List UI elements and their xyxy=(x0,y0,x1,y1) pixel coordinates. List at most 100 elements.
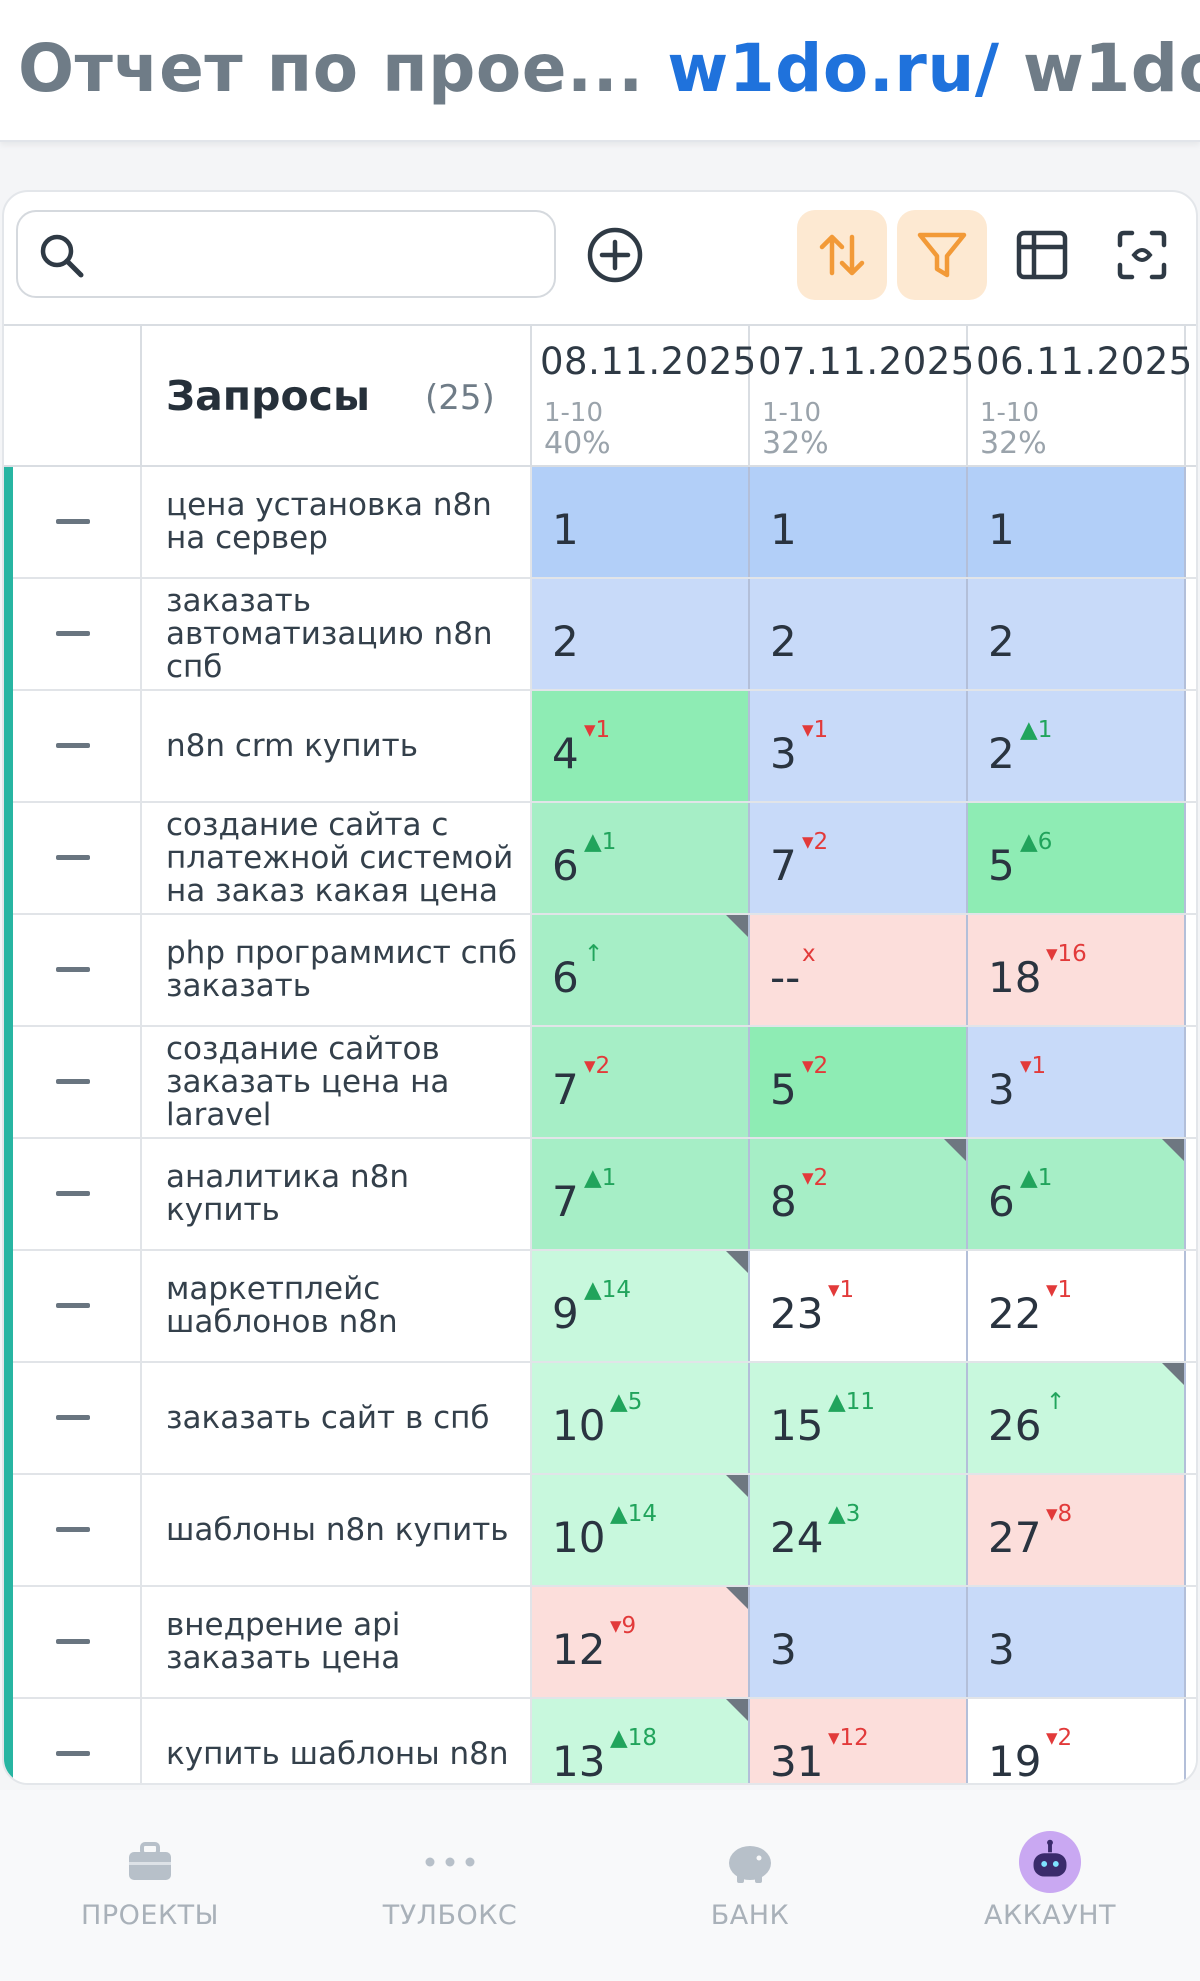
position-cell[interactable]: 19 ▾2 xyxy=(968,1699,1186,1783)
position-cell[interactable]: 31 ▾12 xyxy=(750,1699,968,1783)
table-row[interactable]: создание сайтов заказать цена на laravel… xyxy=(4,1027,1196,1139)
cell-note-marker[interactable] xyxy=(726,1587,748,1609)
position-cell[interactable]: 6 ▲1 xyxy=(968,1139,1186,1249)
query-cell[interactable]: шаблоны n8n купить xyxy=(142,1475,532,1585)
query-cell[interactable]: внедрение api заказать цена xyxy=(142,1587,532,1697)
row-collapse-toggle[interactable] xyxy=(4,1475,142,1585)
query-cell[interactable]: маркетплейс шаблонов n8n xyxy=(142,1251,532,1361)
position-cell[interactable]: 7 ▾2 xyxy=(750,803,968,913)
query-cell[interactable]: создание сайта с платежной системой на з… xyxy=(142,803,532,913)
nav-bank[interactable]: БАНК xyxy=(600,1790,900,1981)
position-cell[interactable]: 3 ▾1 xyxy=(750,691,968,801)
table-row[interactable]: внедрение api заказать цена 12 ▾9 3 3 xyxy=(4,1587,1196,1699)
sort-button[interactable] xyxy=(797,210,887,300)
position-cell[interactable]: 27 ▾8 xyxy=(968,1475,1186,1585)
table-row[interactable]: шаблоны n8n купить 10 ▲14 24 ▲3 27 ▾8 xyxy=(4,1475,1196,1587)
position-cell[interactable]: 10 ▲14 xyxy=(532,1475,750,1585)
table-row[interactable]: маркетплейс шаблонов n8n 9 ▲14 23 ▾1 22 ▾1 xyxy=(4,1251,1196,1363)
row-collapse-toggle[interactable] xyxy=(4,1027,142,1137)
position-cell[interactable]: 9 ▲14 xyxy=(532,1251,750,1361)
position-cell[interactable]: 13 ▲18 xyxy=(532,1699,750,1783)
scan-button[interactable] xyxy=(1097,210,1187,300)
title-domain-link[interactable]: w1do.ru/ xyxy=(667,30,999,107)
query-cell[interactable]: заказать автоматизацию n8n спб xyxy=(142,579,532,689)
search-box[interactable] xyxy=(16,210,556,298)
nav-toolbox[interactable]: ТУЛБОКС xyxy=(300,1790,600,1981)
position-value: 5 xyxy=(770,1065,797,1114)
position-cell[interactable]: 5 ▲6 xyxy=(968,803,1186,913)
position-cell[interactable]: 12 ▾9 xyxy=(532,1587,750,1697)
position-cell[interactable]: 2 xyxy=(750,579,968,689)
table-row[interactable]: создание сайта с платежной системой на з… xyxy=(4,803,1196,915)
query-cell[interactable]: создание сайтов заказать цена на laravel xyxy=(142,1027,532,1137)
position-cell[interactable]: 1 xyxy=(968,467,1186,577)
nav-projects[interactable]: ПРОЕКТЫ xyxy=(0,1790,300,1981)
table-row[interactable]: php программист спб заказать 6 ↑ -- x 18 ▾16 xyxy=(4,915,1196,1027)
filter-button[interactable] xyxy=(897,210,987,300)
query-cell[interactable]: цена установка n8n на сервер xyxy=(142,467,532,577)
cell-note-marker[interactable] xyxy=(726,1251,748,1273)
report-card: Запросы (25) 08.11.2025 1-10 40% 07.11.2… xyxy=(2,190,1198,1785)
position-cell[interactable]: 1 xyxy=(532,467,750,577)
header-queries[interactable]: Запросы (25) xyxy=(142,326,532,467)
row-collapse-toggle[interactable] xyxy=(4,803,142,913)
table-row[interactable]: заказать автоматизацию n8n спб 2 2 2 xyxy=(4,579,1196,691)
search-input[interactable] xyxy=(102,222,542,286)
position-cell[interactable]: 1 xyxy=(750,467,968,577)
cell-note-marker[interactable] xyxy=(1162,1363,1184,1385)
table-row[interactable]: n8n crm купить 4 ▾1 3 ▾1 2 ▲1 xyxy=(4,691,1196,803)
table-row[interactable]: цена установка n8n на сервер 1 1 1 xyxy=(4,467,1196,579)
position-cell[interactable]: 2 ▲1 xyxy=(968,691,1186,801)
query-cell[interactable]: аналитика n8n купить xyxy=(142,1139,532,1249)
position-cell[interactable]: 8 ▾2 xyxy=(750,1139,968,1249)
query-cell[interactable]: php программист спб заказать xyxy=(142,915,532,1025)
date-column-header[interactable]: 07.11.2025 1-10 32% xyxy=(750,326,974,467)
position-cell[interactable]: 18 ▾16 xyxy=(968,915,1186,1025)
row-collapse-toggle[interactable] xyxy=(4,1587,142,1697)
position-cell[interactable]: 5 ▾2 xyxy=(750,1027,968,1137)
position-cell[interactable]: 6 ↑ xyxy=(532,915,750,1025)
date-column-header[interactable]: 08.11.2025 1-10 40% xyxy=(532,326,756,467)
query-cell[interactable]: n8n crm купить xyxy=(142,691,532,801)
row-collapse-toggle[interactable] xyxy=(4,467,142,577)
position-cell[interactable]: 15 ▲11 xyxy=(750,1363,968,1473)
cell-note-marker[interactable] xyxy=(726,1475,748,1497)
row-collapse-toggle[interactable] xyxy=(4,1699,142,1783)
table-row[interactable]: аналитика n8n купить 7 ▲1 8 ▾2 6 ▲1 xyxy=(4,1139,1196,1251)
position-cell[interactable]: 7 ▲1 xyxy=(532,1139,750,1249)
piggy-bank-icon xyxy=(718,1830,782,1894)
position-cell[interactable]: 3 xyxy=(968,1587,1186,1697)
row-collapse-toggle[interactable] xyxy=(4,691,142,801)
cell-note-marker[interactable] xyxy=(726,915,748,937)
position-cell[interactable]: 23 ▾1 xyxy=(750,1251,968,1361)
position-change-down: ▾8 xyxy=(1046,1501,1073,1527)
query-cell[interactable]: купить шаблоны n8n xyxy=(142,1699,532,1783)
position-cell[interactable]: 3 xyxy=(750,1587,968,1697)
position-cell[interactable]: 4 ▾1 xyxy=(532,691,750,801)
row-collapse-toggle[interactable] xyxy=(4,1139,142,1249)
table-row[interactable]: купить шаблоны n8n 13 ▲18 31 ▾12 19 ▾2 xyxy=(4,1699,1196,1783)
position-cell[interactable]: 6 ▲1 xyxy=(532,803,750,913)
query-cell[interactable]: заказать сайт в спб xyxy=(142,1363,532,1473)
row-collapse-toggle[interactable] xyxy=(4,1251,142,1361)
position-cell[interactable]: -- x xyxy=(750,915,968,1025)
row-collapse-toggle[interactable] xyxy=(4,579,142,689)
position-cell[interactable]: 2 xyxy=(968,579,1186,689)
cell-note-marker[interactable] xyxy=(944,1139,966,1161)
add-query-button[interactable] xyxy=(570,210,660,300)
date-column-header[interactable]: 06.11.2025 1-10 32% xyxy=(968,326,1192,467)
position-cell[interactable]: 2 xyxy=(532,579,750,689)
nav-account[interactable]: АККАУНТ xyxy=(900,1790,1200,1981)
position-cell[interactable]: 26 ↑ xyxy=(968,1363,1186,1473)
table-view-button[interactable] xyxy=(997,210,1087,300)
position-cell[interactable]: 3 ▾1 xyxy=(968,1027,1186,1137)
cell-note-marker[interactable] xyxy=(1162,1139,1184,1161)
row-collapse-toggle[interactable] xyxy=(4,915,142,1025)
cell-note-marker[interactable] xyxy=(726,1699,748,1721)
table-row[interactable]: заказать сайт в спб 10 ▲5 15 ▲11 26 ↑ xyxy=(4,1363,1196,1475)
position-cell[interactable]: 7 ▾2 xyxy=(532,1027,750,1137)
position-cell[interactable]: 22 ▾1 xyxy=(968,1251,1186,1361)
row-collapse-toggle[interactable] xyxy=(4,1363,142,1473)
position-cell[interactable]: 24 ▲3 xyxy=(750,1475,968,1585)
position-cell[interactable]: 10 ▲5 xyxy=(532,1363,750,1473)
